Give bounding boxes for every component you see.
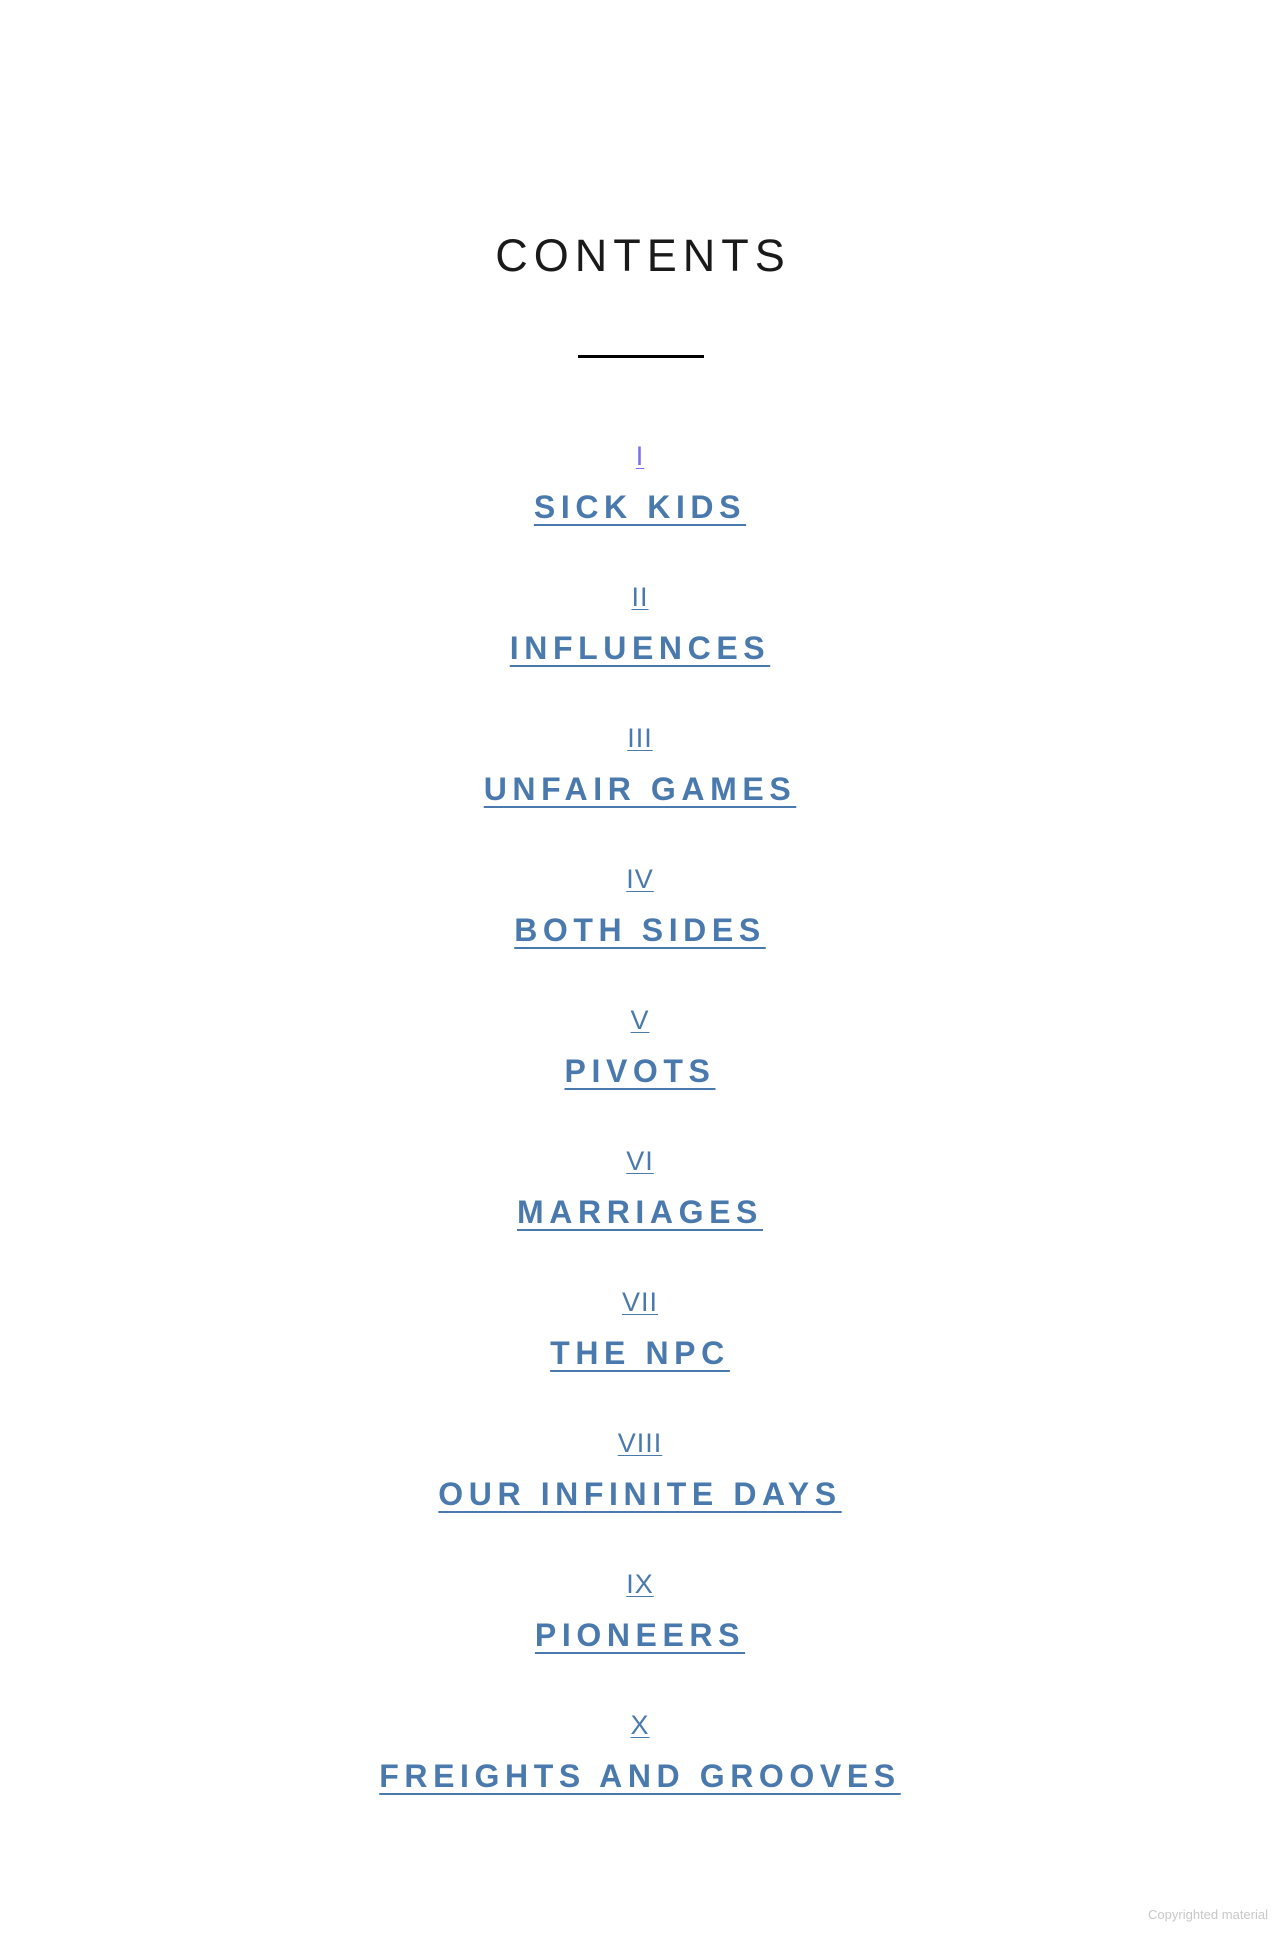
chapter-title-link[interactable]: OUR INFINITE DAYS: [438, 1476, 841, 1512]
toc-title: MARRIAGES: [0, 1192, 1280, 1232]
chapter-numeral-link[interactable]: I: [636, 441, 645, 471]
chapter-numeral-link[interactable]: X: [630, 1710, 649, 1740]
toc-title: OUR INFINITE DAYS: [0, 1474, 1280, 1514]
toc-title: PIONEERS: [0, 1615, 1280, 1655]
chapter-numeral-link[interactable]: VI: [626, 1146, 654, 1176]
chapter-title-link[interactable]: UNFAIR GAMES: [484, 771, 797, 807]
chapter-numeral-link[interactable]: IX: [626, 1569, 654, 1599]
toc-numeral: X: [0, 1707, 1280, 1743]
chapter-numeral-link[interactable]: III: [627, 723, 653, 753]
toc-numeral: III: [0, 720, 1280, 756]
toc-entry-5: V PIVOTS: [0, 996, 1280, 1137]
toc-entry-6: VI MARRIAGES: [0, 1137, 1280, 1278]
toc-numeral: V: [0, 1002, 1280, 1038]
toc-entry-8: VIII OUR INFINITE DAYS: [0, 1419, 1280, 1560]
chapter-title-link[interactable]: MARRIAGES: [517, 1194, 763, 1230]
toc-numeral: VII: [0, 1284, 1280, 1320]
toc-title: PIVOTS: [0, 1051, 1280, 1091]
toc-entry-3: III UNFAIR GAMES: [0, 714, 1280, 855]
toc-entry-7: VII THE NPC: [0, 1278, 1280, 1419]
chapter-title-link[interactable]: FREIGHTS AND GROOVES: [379, 1758, 901, 1794]
toc-title: SICK KIDS: [0, 487, 1280, 527]
toc-numeral: II: [0, 579, 1280, 615]
chapter-numeral-link[interactable]: VII: [622, 1287, 658, 1317]
chapter-title-link[interactable]: PIONEERS: [535, 1617, 745, 1653]
toc-title: INFLUENCES: [0, 628, 1280, 668]
table-of-contents: I SICK KIDS II INFLUENCES III UNFAIR GAM…: [0, 432, 1280, 1842]
toc-numeral: VIII: [0, 1425, 1280, 1461]
copyright-notice: Copyrighted material: [1148, 1907, 1268, 1922]
toc-numeral: I: [0, 438, 1280, 474]
toc-entry-4: IV BOTH SIDES: [0, 855, 1280, 996]
toc-entry-10: X FREIGHTS AND GROOVES: [0, 1701, 1280, 1842]
chapter-title-link[interactable]: INFLUENCES: [510, 630, 770, 666]
chapter-title-link[interactable]: BOTH SIDES: [514, 912, 766, 948]
toc-entry-1: I SICK KIDS: [0, 432, 1280, 573]
toc-numeral: VI: [0, 1143, 1280, 1179]
chapter-numeral-link[interactable]: V: [630, 1005, 649, 1035]
toc-title: THE NPC: [0, 1333, 1280, 1373]
chapter-numeral-link[interactable]: II: [631, 582, 648, 612]
chapter-title-link[interactable]: THE NPC: [550, 1335, 730, 1371]
page-title: CONTENTS: [495, 230, 791, 281]
toc-title: UNFAIR GAMES: [0, 769, 1280, 809]
toc-entry-2: II INFLUENCES: [0, 573, 1280, 714]
chapter-title-link[interactable]: PIVOTS: [565, 1053, 716, 1089]
toc-title: BOTH SIDES: [0, 910, 1280, 950]
chapter-numeral-link[interactable]: VIII: [618, 1428, 663, 1458]
toc-numeral: IV: [0, 861, 1280, 897]
toc-numeral: IX: [0, 1566, 1280, 1602]
chapter-numeral-link[interactable]: IV: [626, 864, 654, 894]
toc-entry-9: IX PIONEERS: [0, 1560, 1280, 1701]
toc-title: FREIGHTS AND GROOVES: [0, 1756, 1280, 1796]
chapter-title-link[interactable]: SICK KIDS: [534, 489, 746, 525]
title-divider: [578, 355, 704, 358]
